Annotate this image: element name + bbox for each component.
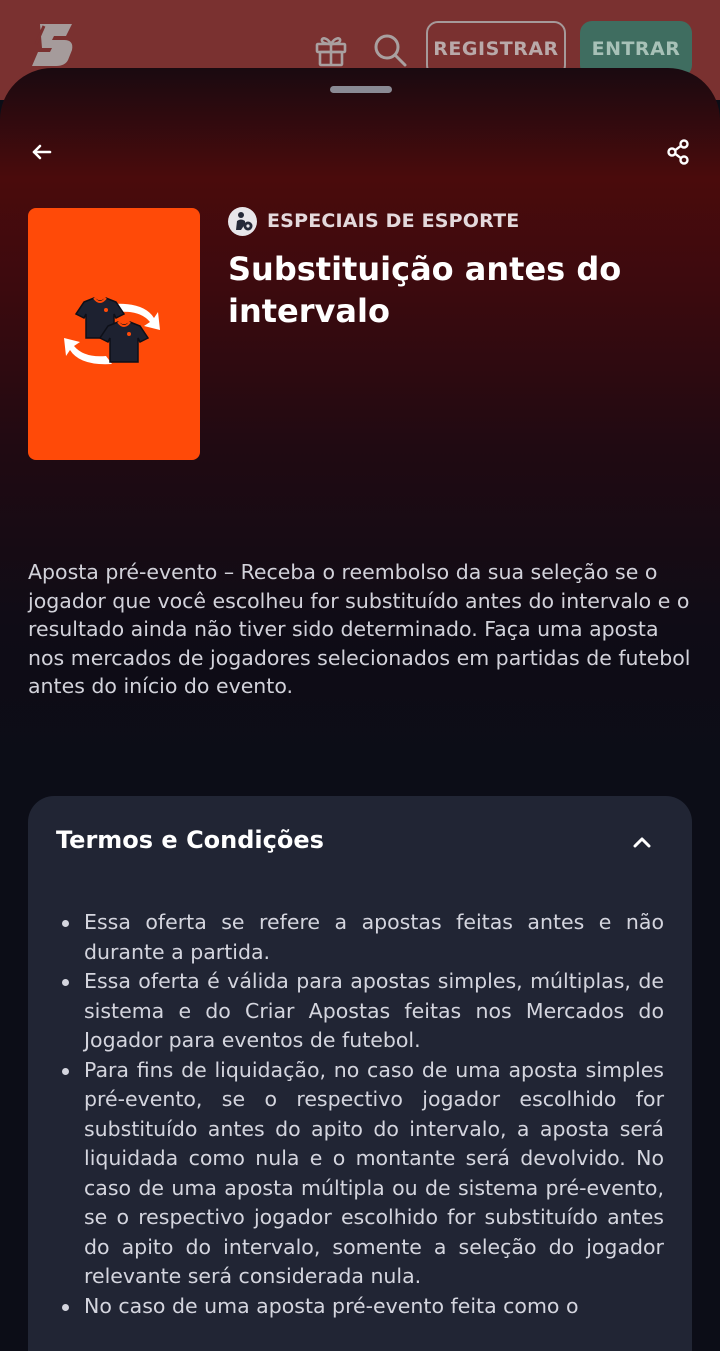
drag-handle[interactable] bbox=[330, 86, 392, 93]
terms-item: Para fins de liquidação, no caso de uma … bbox=[56, 1056, 664, 1292]
terms-list: Essa oferta se refere a apostas feitas a… bbox=[56, 908, 664, 1321]
share-icon[interactable] bbox=[665, 138, 691, 166]
promotion-category: ESPECIAIS DE ESPORTE bbox=[228, 206, 519, 236]
shirts-swap-icon bbox=[64, 297, 160, 365]
terms-title: Termos e Condições bbox=[56, 826, 324, 854]
promotion-description: Aposta pré-evento – Receba o reembolso d… bbox=[28, 560, 691, 698]
promotion-image bbox=[28, 208, 200, 460]
category-label: ESPECIAIS DE ESPORTE bbox=[267, 210, 520, 232]
brand-logo-icon[interactable] bbox=[30, 22, 80, 68]
gift-icon[interactable] bbox=[313, 31, 349, 67]
search-icon[interactable] bbox=[372, 32, 408, 68]
arrow-left-icon[interactable] bbox=[28, 138, 56, 166]
terms-item: No caso de uma aposta pré-evento feita c… bbox=[56, 1292, 664, 1322]
promotion-title: Substituição antes do intervalo bbox=[228, 250, 622, 330]
terms-item: Essa oferta é válida para apostas simple… bbox=[56, 967, 664, 1056]
terms-item: Essa oferta se refere a apostas feitas a… bbox=[56, 908, 664, 967]
chevron-up-icon[interactable] bbox=[631, 834, 653, 850]
terms-toggle[interactable]: Termos e Condições bbox=[28, 796, 692, 886]
promotion-sheet: ESPECIAIS DE ESPORTE Substituição antes … bbox=[0, 68, 720, 1351]
terms-accordion: Termos e Condições Essa oferta se refere… bbox=[28, 796, 692, 1351]
football-player-icon bbox=[228, 206, 257, 236]
